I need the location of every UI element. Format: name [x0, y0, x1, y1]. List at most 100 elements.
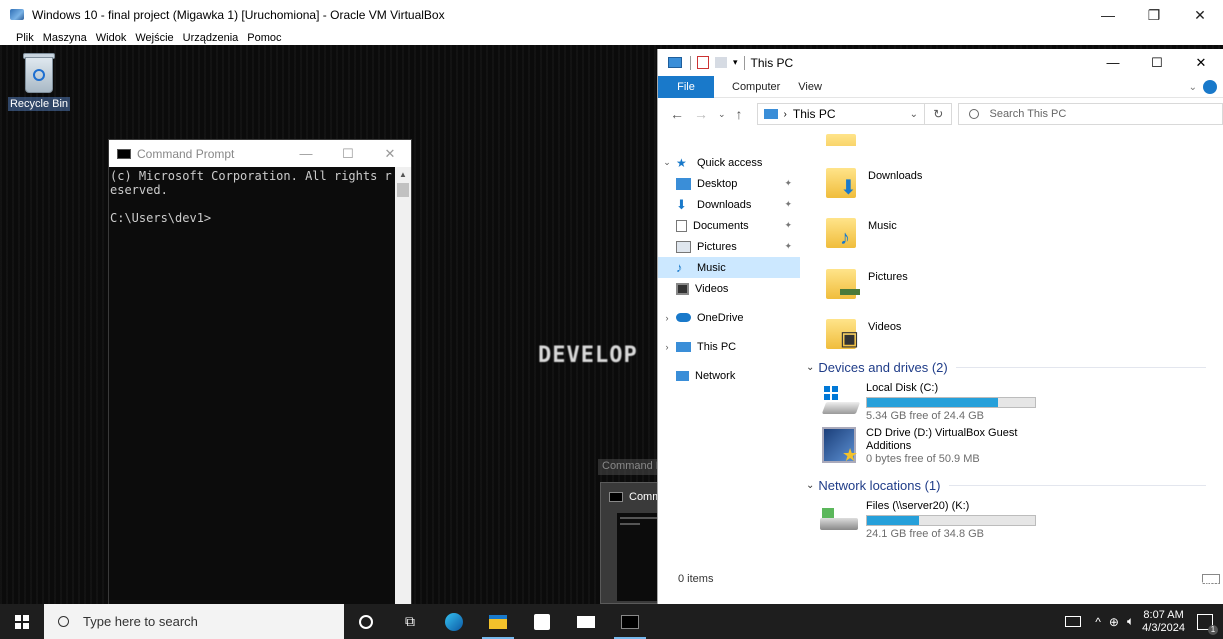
mail-button[interactable]: [564, 604, 608, 639]
help-icon[interactable]: [1203, 80, 1217, 94]
collapse-chevron-icon[interactable]: ⌄: [806, 362, 814, 373]
devices-group-header[interactable]: ⌄ Devices and drives (2): [806, 360, 1206, 375]
task-view-button[interactable]: ⧉: [388, 604, 432, 639]
host-minimize-button[interactable]: —: [1085, 0, 1131, 30]
drive-c[interactable]: Local Disk (C:) 5.34 GB free of 24.4 GB: [820, 382, 1036, 422]
store-button[interactable]: [520, 604, 564, 639]
nav-network[interactable]: Network: [658, 365, 800, 386]
folder-videos[interactable]: ▣ Videos: [826, 315, 901, 351]
quick-access-toolbar-dropdown-icon[interactable]: ▾: [733, 57, 738, 68]
new-folder-icon[interactable]: [715, 57, 727, 68]
address-chevron-icon: ›: [783, 108, 787, 120]
address-dropdown-icon[interactable]: ⌄: [910, 109, 918, 120]
folder-pictures[interactable]: ▬ Pictures: [826, 265, 908, 301]
drive-d[interactable]: ★ CD Drive (D:) VirtualBox Guest Additio…: [820, 427, 1017, 467]
edge-button[interactable]: [432, 604, 476, 639]
command-prompt-window[interactable]: Command Prompt — ☐ ✕ (c) Microsoft Corpo…: [108, 139, 412, 604]
cmd-title-bar[interactable]: Command Prompt — ☐ ✕: [109, 140, 411, 167]
expand-ribbon-icon[interactable]: ⌄: [1189, 82, 1197, 93]
task-view-icon: ⧉: [405, 613, 415, 629]
folder-downloads[interactable]: ⬇ Downloads: [826, 164, 922, 200]
collapse-chevron-icon[interactable]: ⌄: [806, 480, 814, 491]
recycle-bin[interactable]: Recycle Bin: [4, 51, 74, 111]
search-icon: [969, 109, 980, 119]
keyboard-icon[interactable]: [1065, 616, 1082, 627]
nav-music[interactable]: ♪ Music: [658, 257, 800, 278]
cmd-minimize-button[interactable]: —: [285, 140, 327, 167]
menu-urzadzenia[interactable]: Urządzenia: [183, 32, 239, 44]
collapse-chevron-icon[interactable]: ⌄: [658, 157, 676, 168]
network-drive-k[interactable]: Files (\\server20) (K:) 24.1 GB free of …: [820, 500, 1036, 540]
volume-icon[interactable]: 🔈︎: [1127, 614, 1134, 629]
scroll-up-icon[interactable]: ▲: [395, 167, 411, 183]
scroll-thumb[interactable]: [397, 183, 409, 197]
tab-file[interactable]: File: [658, 75, 714, 98]
taskbar-search-placeholder: Type here to search: [83, 614, 198, 629]
host-close-button[interactable]: ✕: [1177, 0, 1223, 30]
star-icon: ★: [676, 155, 687, 170]
start-button[interactable]: [0, 604, 44, 639]
drive-name: Local Disk (C:): [866, 382, 939, 394]
folder-music[interactable]: ♪ Music: [826, 214, 897, 250]
explorer-close-button[interactable]: ✕: [1179, 49, 1223, 76]
nav-onedrive[interactable]: › OneDrive: [658, 307, 800, 328]
forward-icon[interactable]: →: [694, 106, 708, 122]
cmd-taskbar-button[interactable]: [608, 604, 652, 639]
show-hidden-icons-chevron-icon[interactable]: ^: [1095, 615, 1101, 629]
search-input[interactable]: Search This PC: [958, 103, 1223, 125]
host-maximize-button[interactable]: ❐: [1131, 0, 1177, 30]
refresh-icon[interactable]: ↻: [925, 103, 953, 125]
explorer-maximize-button[interactable]: ☐: [1135, 49, 1179, 76]
nav-pictures[interactable]: Pictures ✦: [658, 236, 800, 257]
nav-label: This PC: [697, 340, 737, 353]
up-icon[interactable]: ↑: [736, 106, 743, 122]
back-icon[interactable]: ←: [670, 106, 684, 122]
tab-computer[interactable]: Computer: [732, 81, 780, 93]
network-group-header[interactable]: ⌄ Network locations (1): [806, 478, 1206, 493]
folder-label: Pictures: [868, 271, 908, 283]
file-explorer-window[interactable]: ▾ This PC — ☐ ✕ File Computer View ⌄ ← →…: [657, 49, 1223, 604]
properties-icon[interactable]: [697, 56, 709, 69]
menu-wejscie[interactable]: Wejście: [135, 32, 173, 44]
menu-plik[interactable]: Plik: [16, 32, 34, 44]
menu-maszyna[interactable]: Maszyna: [43, 32, 87, 44]
recent-locations-icon[interactable]: ⌄: [718, 109, 726, 120]
nav-desktop[interactable]: Desktop ✦: [658, 173, 800, 194]
cmd-line: (c) Microsoft Corporation. All rights r: [110, 169, 392, 183]
network-globe-icon[interactable]: ⊕: [1109, 615, 1119, 629]
notification-icon[interactable]: 1: [1197, 613, 1218, 635]
drive-free-space: 5.34 GB free of 24.4 GB: [866, 410, 985, 422]
tab-view[interactable]: View: [798, 81, 822, 93]
expand-chevron-icon[interactable]: ›: [658, 313, 676, 323]
nav-this-pc[interactable]: › This PC: [658, 336, 800, 357]
nav-downloads[interactable]: ⬇ Downloads ✦: [658, 194, 800, 215]
cmd-maximize-button[interactable]: ☐: [327, 140, 369, 167]
search-placeholder: Search This PC: [989, 108, 1067, 120]
file-explorer-icon: [489, 614, 507, 629]
explorer-title-bar[interactable]: ▾ This PC — ☐ ✕: [658, 49, 1223, 76]
explorer-minimize-button[interactable]: —: [1091, 49, 1135, 76]
folder-videos-icon: ▣: [826, 315, 860, 351]
guest-desktop: Recycle Bin DEVELOP Command Prompt — ☐ ✕…: [0, 45, 1223, 604]
nav-videos[interactable]: Videos: [658, 278, 800, 299]
menu-pomoc[interactable]: Pomoc: [247, 32, 281, 44]
nav-quick-access[interactable]: ⌄ ★ Quick access: [658, 152, 800, 173]
clock[interactable]: 8:07 AM 4/3/2024: [1142, 609, 1185, 635]
music-note-icon: ♪: [676, 259, 683, 275]
cmd-scrollbar[interactable]: ▲ ▼: [395, 167, 411, 604]
menu-widok[interactable]: Widok: [96, 32, 127, 44]
file-explorer-button[interactable]: [476, 604, 520, 639]
content-pane: ⬇ Downloads ♪ Music ▬ Pictures ▣ Videos …: [806, 134, 1223, 574]
nav-label: Network: [695, 369, 736, 382]
cmd-console[interactable]: (c) Microsoft Corporation. All rights re…: [109, 167, 395, 604]
cortana-button[interactable]: [344, 604, 388, 639]
address-bar[interactable]: › This PC ⌄: [756, 103, 926, 125]
nav-documents[interactable]: Documents ✦: [658, 215, 800, 236]
cmd-close-button[interactable]: ✕: [369, 140, 411, 167]
taskbar-search-box[interactable]: Type here to search: [44, 604, 344, 639]
folder-partial[interactable]: [826, 130, 860, 146]
system-tray: ^ ⊕ 🔈︎ 8:07 AM 4/3/2024 1: [1065, 604, 1223, 639]
virtualbox-icon: [10, 8, 26, 22]
expand-chevron-icon[interactable]: ›: [658, 342, 676, 352]
folder-icon: [826, 130, 860, 146]
